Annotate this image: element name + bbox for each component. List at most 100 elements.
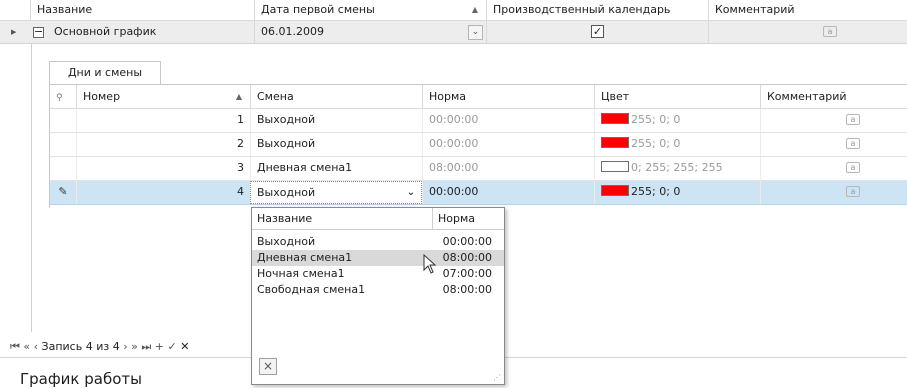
shift-cell[interactable]: Выходной bbox=[250, 133, 422, 156]
number-cell[interactable]: 1 bbox=[76, 109, 250, 132]
dropdown-item[interactable]: Свободная смена1 08:00:00 bbox=[252, 282, 504, 298]
tab-label: Дни и смены bbox=[67, 66, 143, 79]
shift-cell[interactable]: Дневная смена1 bbox=[250, 157, 422, 180]
record-navigator: ⏮ « ‹ Запись 4 из 4 › » ⏭ + ✓ ✕ bbox=[10, 337, 250, 357]
memo-icon[interactable]: a bbox=[846, 186, 860, 197]
dropdown-item[interactable]: Выходной 00:00:00 bbox=[252, 234, 504, 250]
chevron-down-icon[interactable]: ⌄ bbox=[402, 182, 420, 203]
date-dropdown-chevron-icon[interactable]: ⌄ bbox=[468, 25, 483, 40]
column-header-shift[interactable]: Смена bbox=[250, 85, 422, 109]
norm-cell[interactable]: 00:00:00 bbox=[422, 181, 594, 204]
number-cell[interactable]: 2 bbox=[76, 133, 250, 156]
color-value: 255; 0; 0 bbox=[631, 185, 681, 198]
first-record-icon[interactable]: ⏮ bbox=[10, 340, 20, 353]
resize-grip-icon[interactable]: ⋰ bbox=[493, 373, 501, 382]
mouse-cursor-icon bbox=[423, 254, 437, 274]
dropdown-item-norm: 08:00:00 bbox=[442, 251, 492, 264]
norm-cell[interactable]: 00:00:00 bbox=[422, 133, 594, 156]
table-row[interactable]: 1 Выходной 00:00:00 255; 0; 0 a bbox=[50, 109, 907, 133]
table-row[interactable]: 2 Выходной 00:00:00 255; 0; 0 a bbox=[50, 133, 907, 157]
last-record-icon[interactable]: ⏭ bbox=[141, 340, 151, 353]
column-header-label: Смена bbox=[257, 90, 294, 103]
table-row[interactable]: 3 Дневная смена1 08:00:00 0; 255; 255; 2… bbox=[50, 157, 907, 181]
color-cell[interactable]: 255; 0; 0 bbox=[594, 181, 760, 204]
shifts-grid: ⚲ Номер ▲ Смена Норма Цвет Комментарий 1… bbox=[49, 84, 907, 208]
column-header-comment[interactable]: Комментарий bbox=[760, 85, 907, 109]
search-icon: ⚲ bbox=[56, 93, 63, 103]
tab-days-and-shifts[interactable]: Дни и смены bbox=[49, 61, 161, 85]
number-cell[interactable]: 3 bbox=[76, 157, 250, 180]
comment-cell[interactable]: a bbox=[760, 157, 907, 180]
dropdown-column-header-norm[interactable]: Норма bbox=[432, 208, 504, 230]
dropdown-close-button[interactable]: × bbox=[259, 358, 277, 375]
next-record-icon[interactable]: › bbox=[123, 340, 127, 353]
column-header-first-shift-date[interactable]: Дата первой смены ▲ bbox=[254, 0, 486, 21]
column-header-label: Норма bbox=[438, 212, 476, 225]
memo-icon[interactable]: a bbox=[823, 26, 837, 37]
memo-icon[interactable]: a bbox=[846, 162, 860, 173]
column-header-label: Номер bbox=[83, 90, 121, 103]
find-column-header[interactable]: ⚲ bbox=[50, 85, 76, 109]
norm-cell[interactable]: 00:00:00 bbox=[422, 109, 594, 132]
add-record-icon[interactable]: + bbox=[155, 340, 164, 353]
column-header-label: Комментарий bbox=[767, 90, 847, 103]
comment-cell[interactable]: a bbox=[708, 21, 907, 44]
sort-ascending-icon: ▲ bbox=[235, 92, 242, 101]
dropdown-item[interactable]: Ночная смена1 07:00:00 bbox=[252, 266, 504, 282]
column-header-label: Норма bbox=[429, 90, 467, 103]
comment-cell[interactable]: a bbox=[760, 181, 907, 204]
row-indicator-icon: ▶ bbox=[11, 28, 17, 36]
column-header-norm[interactable]: Норма bbox=[422, 85, 594, 109]
column-header-label: Комментарий bbox=[715, 3, 795, 16]
sort-ascending-icon: ▲ bbox=[471, 5, 478, 14]
comment-cell[interactable]: a bbox=[760, 109, 907, 132]
color-value: 0; 255; 255; 255 bbox=[631, 161, 723, 174]
row-indicator-cell bbox=[50, 157, 76, 180]
shift-cell[interactable]: Выходной bbox=[250, 109, 422, 132]
edit-pencil-icon: ✎ bbox=[58, 185, 68, 198]
collapse-icon[interactable]: − bbox=[33, 26, 44, 38]
column-header-label: Название bbox=[37, 3, 93, 16]
next-page-icon[interactable]: » bbox=[131, 340, 138, 353]
cancel-icon[interactable]: ✕ bbox=[180, 340, 189, 353]
color-swatch bbox=[601, 113, 629, 124]
shift-dropdown-popup: Название Норма Выходной 00:00:00 Дневная… bbox=[251, 207, 505, 385]
column-header-production-calendar[interactable]: Производственный календарь bbox=[486, 0, 708, 21]
color-cell[interactable]: 255; 0; 0 bbox=[594, 133, 760, 156]
dropdown-column-header-name[interactable]: Название bbox=[252, 208, 432, 230]
memo-icon[interactable]: a bbox=[846, 138, 860, 149]
number-cell[interactable]: 4 bbox=[76, 181, 250, 204]
panel-title: График работы bbox=[20, 370, 142, 388]
color-swatch bbox=[601, 137, 629, 148]
column-header-name[interactable]: Название bbox=[30, 0, 254, 21]
production-calendar-checkbox[interactable]: ✓ bbox=[591, 25, 604, 38]
column-header-comment[interactable]: Комментарий bbox=[708, 0, 907, 21]
dropdown-item-name: Ночная смена1 bbox=[257, 267, 345, 280]
confirm-icon[interactable]: ✓ bbox=[167, 340, 176, 353]
shift-editor[interactable]: Выходной ⌄ bbox=[250, 181, 422, 204]
column-header-label: Дата первой смены bbox=[261, 3, 375, 16]
column-header-color[interactable]: Цвет bbox=[594, 85, 760, 109]
prev-page-icon[interactable]: « bbox=[23, 340, 30, 353]
comment-cell[interactable]: a bbox=[760, 133, 907, 156]
master-row[interactable]: ▶ − Основной график 06.01.2009 ⌄ ✓ a bbox=[0, 21, 907, 44]
column-header-number[interactable]: Номер ▲ bbox=[76, 85, 250, 109]
record-counter: Запись 4 из 4 bbox=[41, 340, 120, 353]
memo-icon[interactable]: a bbox=[846, 114, 860, 125]
schedule-name[interactable]: Основной график bbox=[48, 21, 254, 44]
table-row-selected[interactable]: ✎ 4 Выходной ⌄ 00:00:00 255; 0; 0 a bbox=[50, 181, 907, 205]
dropdown-item-highlighted[interactable]: Дневная смена1 08:00:00 bbox=[252, 250, 504, 266]
color-swatch bbox=[601, 161, 629, 172]
dropdown-item-name: Свободная смена1 bbox=[257, 283, 366, 296]
color-cell[interactable]: 0; 255; 255; 255 bbox=[594, 157, 760, 180]
color-value: 255; 0; 0 bbox=[631, 137, 681, 150]
color-cell[interactable]: 255; 0; 0 bbox=[594, 109, 760, 132]
row-indicator-cell bbox=[50, 109, 76, 132]
prev-record-icon[interactable]: ‹ bbox=[34, 340, 38, 353]
norm-cell[interactable]: 08:00:00 bbox=[422, 157, 594, 180]
outer-grid-header: Название Дата первой смены ▲ Производств… bbox=[0, 0, 907, 21]
row-indicator-cell bbox=[50, 133, 76, 156]
first-shift-date-field[interactable]: 06.01.2009 ⌄ bbox=[254, 21, 486, 44]
dropdown-item-norm: 07:00:00 bbox=[442, 267, 492, 280]
color-value: 255; 0; 0 bbox=[631, 113, 681, 126]
